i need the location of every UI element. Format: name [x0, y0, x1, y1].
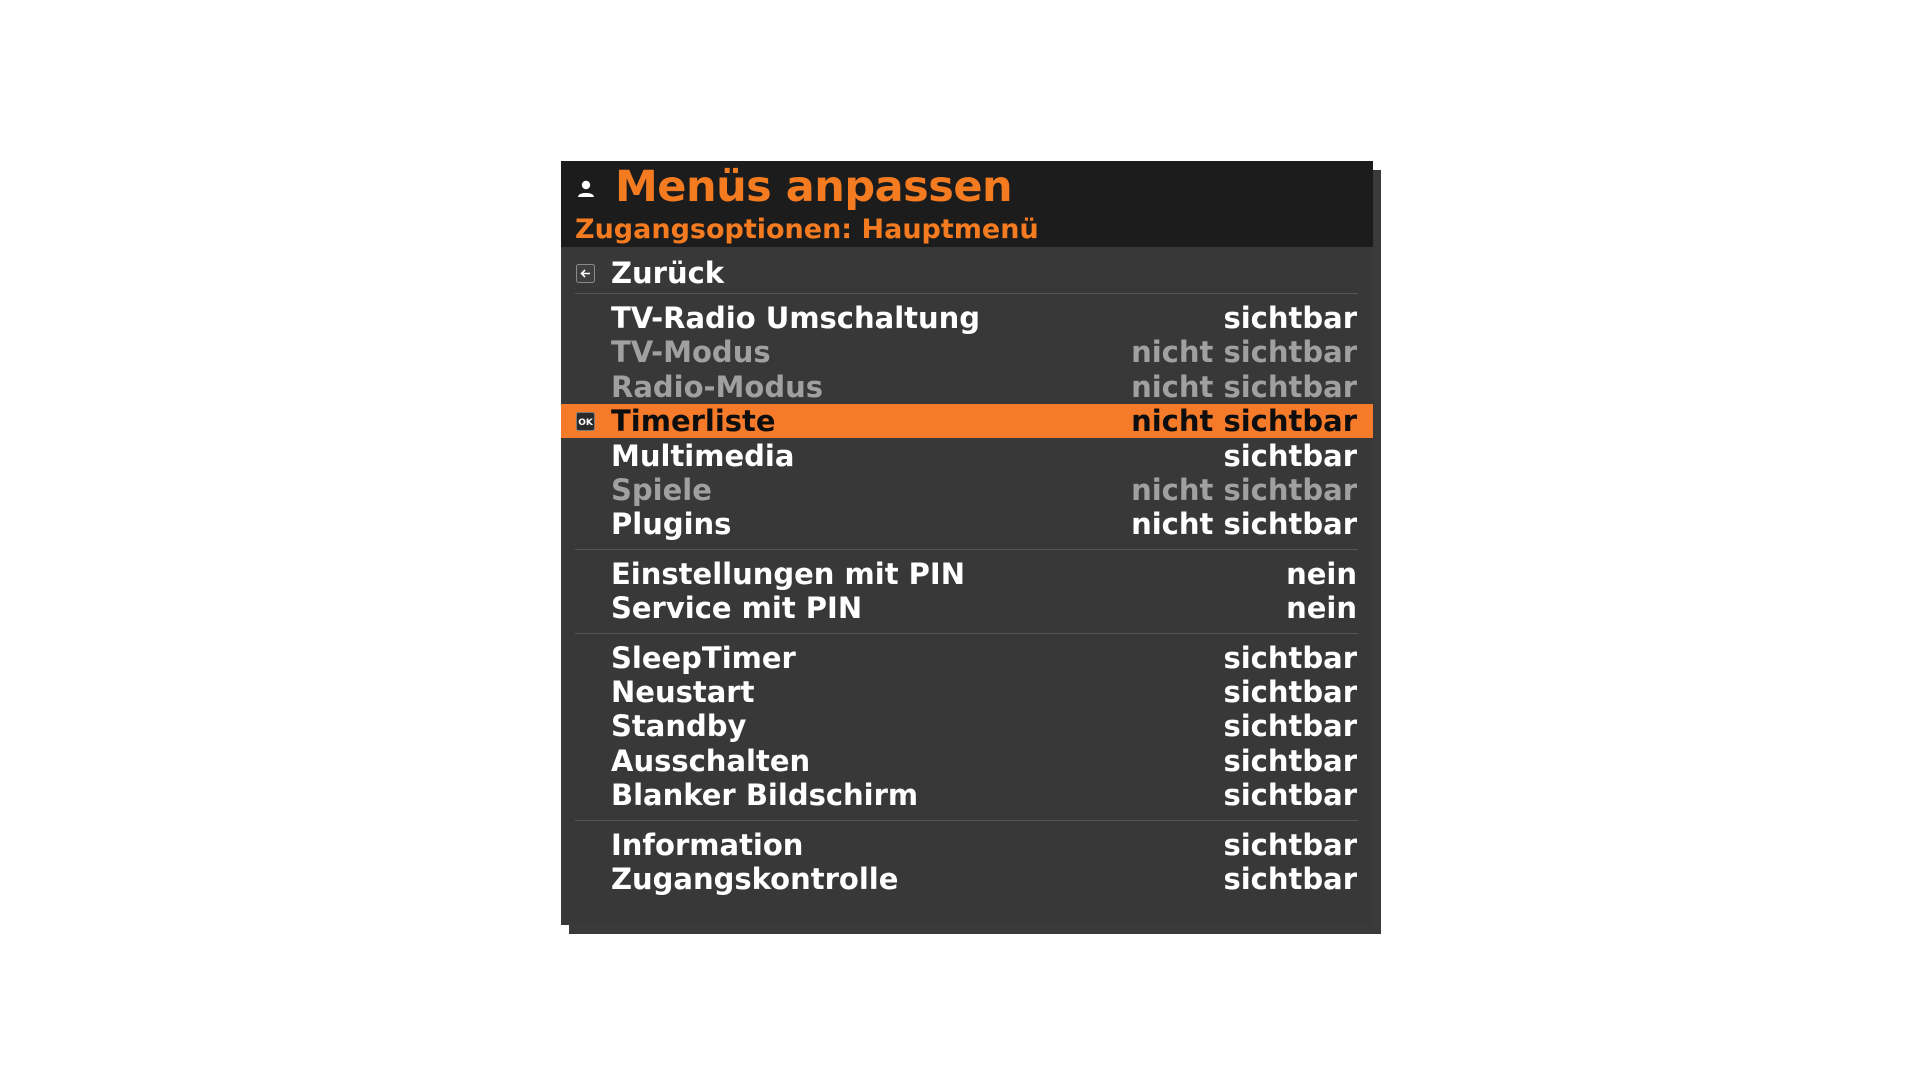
- menu-item-value: sichtbar: [1223, 743, 1357, 778]
- back-label: Zurück: [611, 256, 725, 290]
- menu-item-value: nicht sichtbar: [1131, 369, 1357, 404]
- menu-panel: Menüs anpassen Zugangsoptionen: Hauptmen…: [561, 161, 1373, 925]
- menu-item-label: SleepTimer: [611, 640, 796, 675]
- title-row: Menüs anpassen: [575, 161, 1013, 213]
- back-item[interactable]: Zurück: [561, 256, 1373, 290]
- menu-item[interactable]: Zugangskontrolle sichtbar: [561, 862, 1373, 896]
- menu-item-label: Radio-Modus: [611, 369, 824, 404]
- svg-text:OK: OK: [578, 418, 594, 428]
- menu-item[interactable]: Plugins nicht sichtbar: [561, 507, 1373, 541]
- menu-item-value: sichtbar: [1223, 301, 1357, 335]
- separator: [575, 819, 1358, 821]
- menu-item[interactable]: Neustart sichtbar: [561, 675, 1373, 709]
- menu-item-label: Spiele: [611, 473, 712, 507]
- menu-item[interactable]: Radio-Modus nicht sichtbar: [561, 370, 1373, 404]
- menu-item[interactable]: Einstellungen mit PIN nein: [561, 557, 1373, 591]
- menu-item-label: Service mit PIN: [611, 591, 863, 626]
- menu-item-value: nicht sichtbar: [1131, 335, 1357, 370]
- menu-item-label: TV-Radio Umschaltung: [611, 301, 981, 335]
- menu-item-label: Plugins: [611, 507, 732, 542]
- menu-item-value: sichtbar: [1223, 827, 1357, 862]
- menu-item-label: TV-Modus: [611, 335, 771, 370]
- page-subtitle: Zugangsoptionen: Hauptmenü: [575, 214, 1039, 245]
- menu-item[interactable]: SleepTimer sichtbar: [561, 641, 1373, 675]
- menu-item[interactable]: Service mit PIN nein: [561, 591, 1373, 625]
- menu-item-label: Neustart: [611, 675, 755, 709]
- menu-item-label: Timerliste: [611, 404, 776, 439]
- menu-item-value: sichtbar: [1223, 862, 1357, 896]
- menu-item[interactable]: Information sichtbar: [561, 828, 1373, 862]
- menu-header: Menüs anpassen Zugangsoptionen: Hauptmen…: [561, 161, 1373, 247]
- menu-item[interactable]: Blanker Bildschirm sichtbar: [561, 778, 1373, 812]
- menu-item-value: nein: [1286, 556, 1357, 591]
- menu-item[interactable]: TV-Modus nicht sichtbar: [561, 335, 1373, 369]
- menu-item-value: sichtbar: [1223, 778, 1357, 813]
- menu-item-label: Standby: [611, 709, 747, 744]
- menu-item-value: sichtbar: [1223, 675, 1357, 709]
- ok-button-icon: OK: [576, 412, 595, 432]
- menu-item[interactable]: OK Timerliste nicht sichtbar: [561, 404, 1373, 439]
- menu-item-value: nein: [1286, 591, 1357, 626]
- menu-item-value: nicht sichtbar: [1131, 473, 1357, 507]
- back-arrow-icon: [576, 264, 595, 283]
- menu-item-value: sichtbar: [1223, 709, 1357, 744]
- menu-item[interactable]: TV-Radio Umschaltung sichtbar: [561, 301, 1373, 335]
- separator: [575, 293, 1358, 294]
- menu-item-label: Multimedia: [611, 438, 795, 473]
- separator: [575, 632, 1358, 634]
- menu-item[interactable]: Spiele nicht sichtbar: [561, 473, 1373, 507]
- separator: [575, 548, 1358, 550]
- menu-item-value: nicht sichtbar: [1131, 507, 1357, 542]
- menu-item-value: sichtbar: [1223, 438, 1357, 473]
- menu-item-label: Ausschalten: [611, 743, 811, 778]
- menu-item-value: sichtbar: [1223, 640, 1357, 675]
- menu-item-label: Zugangskontrolle: [611, 862, 899, 896]
- menu-item-label: Einstellungen mit PIN: [611, 556, 965, 591]
- menu-item[interactable]: Standby sichtbar: [561, 709, 1373, 743]
- menu-item-label: Blanker Bildschirm: [611, 778, 919, 813]
- menu-item-value: nicht sichtbar: [1131, 404, 1357, 439]
- menu-item[interactable]: Multimedia sichtbar: [561, 439, 1373, 473]
- page-title: Menüs anpassen: [615, 162, 1013, 212]
- user-icon: [578, 180, 594, 197]
- menu-item[interactable]: Ausschalten sichtbar: [561, 744, 1373, 778]
- menu-item-label: Information: [611, 827, 804, 862]
